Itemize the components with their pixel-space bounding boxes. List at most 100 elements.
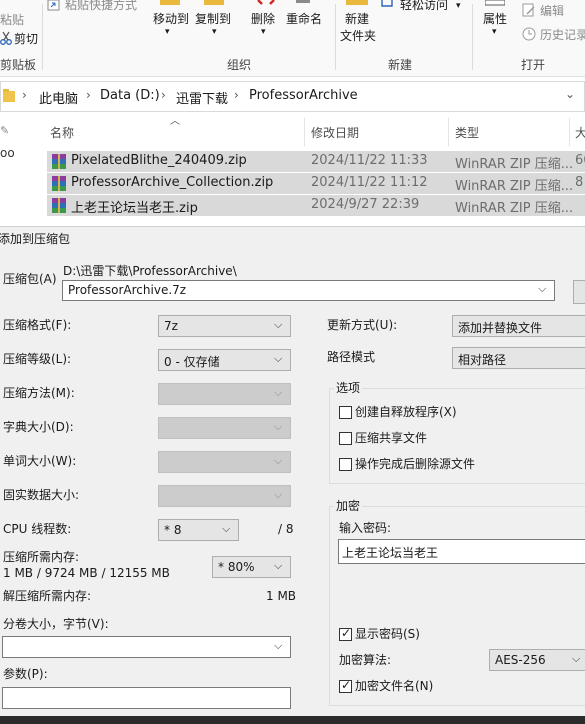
column-header-type[interactable]: 类型 — [455, 124, 479, 141]
chevron-right-icon: › — [22, 88, 27, 102]
memory-usage-select[interactable]: * 80% ⌵ — [212, 556, 291, 578]
file-type: WinRAR ZIP 压缩... — [455, 201, 574, 216]
chevron-down-icon: ⌵ — [274, 318, 283, 331]
column-header-name[interactable]: 名称 — [50, 124, 74, 141]
properties-icon — [485, 0, 505, 6]
split-volume-combobox[interactable]: ⌵ — [2, 636, 291, 658]
cut-button[interactable]: 剪切 — [14, 31, 38, 47]
show-password-checkbox[interactable] — [339, 626, 352, 641]
file-date: 2024/11/22 11:33 — [311, 153, 428, 168]
scissors-icon — [0, 31, 12, 45]
chevron-right-icon[interactable]: › — [161, 88, 166, 102]
word-size-select[interactable]: ⌵ — [158, 451, 291, 473]
level-value: 0 - 仅存储 — [164, 355, 220, 369]
word-size-label: 单词大小(W): — [3, 454, 77, 468]
new-folder-button-line2[interactable]: 文件夹 — [340, 28, 376, 44]
encrypt-names-label[interactable]: 加密文件名(N) — [355, 679, 433, 694]
ribbon-separator — [472, 4, 473, 70]
pin-icon: ✎ — [0, 124, 10, 137]
sfx-checkbox[interactable] — [339, 406, 352, 419]
copy-to-dropdown-icon[interactable]: ▾ — [212, 24, 217, 40]
properties-dropdown-icon[interactable]: ▾ — [492, 24, 497, 40]
chevron-down-icon: ⌵ — [274, 386, 283, 399]
nav-pane-item[interactable]: oo — [0, 146, 15, 161]
winrar-zip-icon — [52, 198, 66, 213]
file-row[interactable]: ProfessorArchive_Collection.zip 2024/11/… — [47, 173, 585, 194]
file-type: WinRAR ZIP 压缩... — [455, 157, 574, 172]
sfx-label[interactable]: 创建自释放程序(X) — [355, 405, 457, 420]
archive-path-combobox[interactable]: ProfessorArchive.7z ⌵ — [62, 280, 555, 301]
encryption-method-label: 加密算法: — [339, 653, 392, 667]
file-date: 2024/11/22 11:12 — [311, 175, 428, 190]
easy-access-button[interactable]: 轻松访问 — [400, 0, 448, 13]
breadcrumb-downloads[interactable]: 迅雷下载 — [176, 88, 228, 107]
file-size: 8 — [575, 175, 584, 190]
delete-dropdown-icon[interactable]: ▾ — [261, 24, 266, 40]
organize-group-label: 组织 — [227, 58, 252, 72]
edit-button[interactable]: 编辑 — [540, 3, 564, 19]
delete-after-label[interactable]: 操作完成后删除源文件 — [355, 457, 475, 472]
chevron-right-icon[interactable]: › — [86, 88, 91, 102]
breadcrumb-this-pc[interactable]: 此电脑 — [39, 88, 78, 107]
paste-shortcut-button[interactable]: 粘贴快捷方式 — [65, 0, 137, 13]
update-mode-value: 添加并替换文件 — [458, 321, 543, 335]
ribbon-separator — [335, 4, 336, 70]
chevron-down-icon: ⌵ — [222, 522, 231, 535]
encryption-method-select[interactable]: AES-256 ⌵ — [489, 649, 585, 671]
column-divider[interactable] — [448, 118, 449, 146]
address-bar[interactable]: › 此电脑 › Data (D:) › 迅雷下载 › ProfessorArch… — [0, 81, 585, 112]
memory-usage-value: * 80% — [218, 560, 255, 574]
update-mode-select[interactable]: 添加并替换文件 — [452, 315, 585, 337]
column-header-date[interactable]: 修改日期 — [311, 124, 359, 141]
encrypt-names-checkbox[interactable] — [339, 678, 352, 693]
chevron-down-icon[interactable]: ⌵ — [538, 282, 548, 296]
method-select[interactable]: ⌵ — [158, 383, 291, 405]
file-type: WinRAR ZIP 压缩... — [455, 179, 574, 194]
encryption-method-value: AES-256 — [495, 653, 546, 667]
level-select[interactable]: 0 - 仅存储 ⌵ — [158, 349, 291, 371]
column-divider[interactable] — [569, 118, 570, 146]
chevron-down-icon[interactable]: ⌄ — [565, 87, 575, 101]
folder-icon — [3, 89, 15, 102]
breadcrumb-drive[interactable]: Data (D:) — [100, 88, 160, 103]
history-icon — [522, 27, 536, 41]
file-row[interactable]: 上老王论坛当老王.zip 2024/9/27 22:39 WinRAR ZIP … — [47, 195, 585, 216]
chevron-right-icon[interactable]: › — [234, 88, 239, 102]
password-value: 上老王论坛当老王 — [342, 546, 439, 560]
decompress-memory-value: 1 MB — [266, 589, 297, 603]
file-row[interactable]: PixelatedBlithe_240409.zip 2024/11/22 11… — [47, 151, 585, 172]
delete-after-checkbox[interactable] — [339, 458, 352, 471]
new-folder-button[interactable]: 新建 — [345, 11, 369, 27]
format-label: 压缩格式(F): — [3, 318, 72, 332]
shared-files-label[interactable]: 压缩共享文件 — [355, 431, 427, 446]
show-password-label[interactable]: 显示密码(S) — [355, 627, 420, 642]
chevron-down-icon: ⌵ — [274, 352, 283, 365]
new-group-label: 新建 — [388, 58, 413, 72]
solid-block-select[interactable]: ⌵ — [158, 485, 291, 507]
parameters-input[interactable] — [2, 687, 291, 709]
shared-files-checkbox[interactable] — [339, 432, 352, 445]
archive-label: 压缩包(A) — [3, 272, 57, 286]
password-input[interactable]: 上老王论坛当老王 — [338, 539, 585, 564]
easy-access-dropdown-icon[interactable]: ▾ — [456, 0, 461, 14]
file-name: 上老王论坛当老王.zip — [71, 201, 198, 216]
history-button[interactable]: 历史记录 — [540, 27, 585, 43]
column-header-size[interactable]: 大 — [575, 124, 585, 141]
cpu-threads-value: * 8 — [164, 523, 182, 537]
path-mode-select[interactable]: 相对路径 — [452, 347, 585, 369]
file-size: 66 — [575, 153, 585, 168]
paste-button[interactable]: 粘贴 — [0, 12, 24, 28]
move-to-dropdown-icon[interactable]: ▾ — [165, 24, 170, 40]
taskbar — [0, 716, 585, 724]
chevron-down-icon[interactable]: ⌵ — [274, 639, 284, 653]
column-divider[interactable] — [304, 118, 305, 146]
rename-button[interactable]: 重命名 — [286, 11, 322, 27]
browse-button[interactable] — [573, 280, 585, 304]
path-mode-value: 相对路径 — [458, 353, 507, 367]
breadcrumb-current-folder[interactable]: ProfessorArchive — [249, 88, 358, 103]
cpu-threads-select[interactable]: * 8 ⌵ — [158, 519, 239, 541]
dictionary-select[interactable]: ⌵ — [158, 417, 291, 439]
move-to-button[interactable]: 移动到 — [153, 11, 189, 27]
format-select[interactable]: 7z ⌵ — [158, 315, 291, 337]
file-name: PixelatedBlithe_240409.zip — [71, 153, 247, 168]
